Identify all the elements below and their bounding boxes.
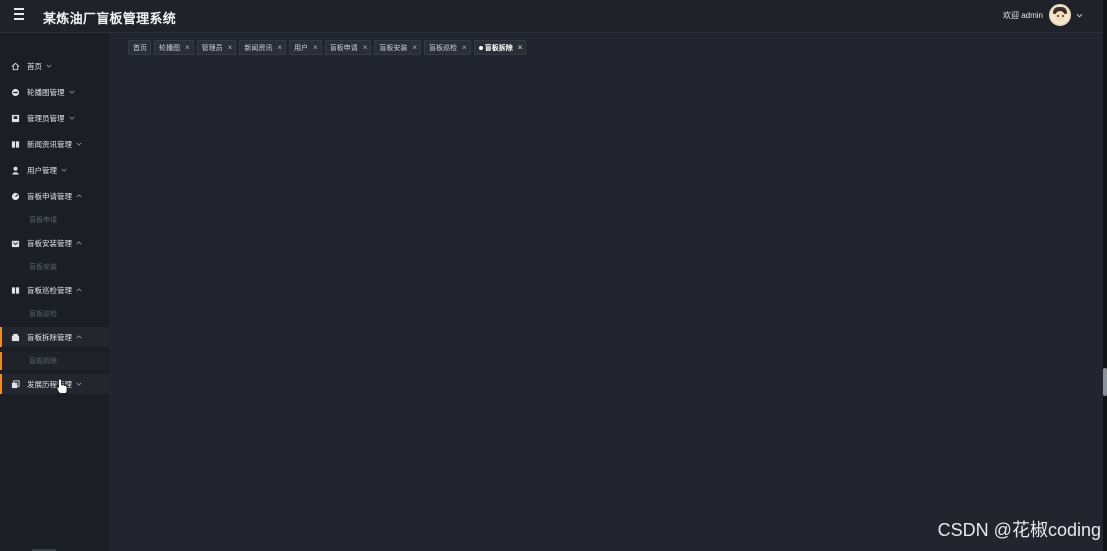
- apply-icon: [11, 192, 20, 200]
- chevron-down-icon: [68, 90, 75, 94]
- tab-label: 新闻资讯: [244, 44, 273, 52]
- user-avatar-icon[interactable]: [1049, 4, 1071, 26]
- sidebar-item-label: 用户管理: [27, 165, 57, 175]
- scrollbar-thumb[interactable]: [1103, 368, 1107, 396]
- submenu-item-blind-install[interactable]: 盲板安装: [0, 258, 110, 276]
- sidebar-item-label: 首页: [27, 61, 42, 71]
- tab-label: 盲板申请: [329, 44, 358, 52]
- sidebar-item-label: 盲板申请管理: [27, 191, 72, 201]
- home-icon: [11, 62, 20, 70]
- sidebar-item-label: 盲板拆除管理: [27, 332, 72, 342]
- install-icon: [11, 240, 20, 247]
- main-content: [110, 33, 1103, 551]
- chevron-down-icon: [68, 116, 75, 120]
- sidebar-item-admin[interactable]: 管理员管理: [0, 108, 110, 128]
- sidebar-item-home[interactable]: 首页: [0, 56, 110, 76]
- tab-label: 盲板巡检: [429, 44, 458, 52]
- active-dot-icon: [478, 45, 483, 50]
- tab-users[interactable]: 用户 ×: [289, 40, 322, 55]
- close-icon[interactable]: ×: [313, 43, 318, 52]
- user-icon: [12, 166, 19, 175]
- remove-icon: [11, 333, 20, 341]
- close-icon[interactable]: ×: [518, 43, 523, 52]
- chevron-down-icon: [76, 382, 82, 386]
- close-icon[interactable]: ×: [228, 43, 233, 52]
- sidebar-item-history[interactable]: 发展历程管理: [0, 374, 110, 394]
- user-menu[interactable]: 欢迎 admin: [1003, 3, 1083, 27]
- sidebar-item-carousel[interactable]: 轮播图管理: [0, 82, 110, 102]
- sidebar-item-blind-install[interactable]: 盲板安装管理: [0, 233, 110, 253]
- hamburger-icon[interactable]: [14, 8, 28, 22]
- inspect-icon: [11, 286, 20, 294]
- tab-home[interactable]: 首页: [128, 40, 151, 55]
- tab-label: 首页: [133, 44, 147, 52]
- chevron-up-icon: [76, 335, 82, 339]
- close-icon[interactable]: ×: [277, 43, 282, 52]
- vertical-scrollbar[interactable]: [1103, 0, 1107, 551]
- carousel-icon: [11, 88, 20, 96]
- watermark-text: CSDN @花椒coding: [937, 520, 1101, 540]
- chevron-down-icon: [76, 142, 82, 146]
- news-icon: [11, 140, 20, 148]
- sidebar-item-label: 管理员管理: [27, 113, 65, 123]
- chevron-down-icon: [46, 64, 52, 68]
- tab-carousel[interactable]: 轮播图 ×: [154, 40, 194, 55]
- hand-cursor-icon: [56, 378, 68, 394]
- submenu-item-blind-remove[interactable]: 盲板拆除: [0, 352, 110, 370]
- tab-admin[interactable]: 管理员 ×: [196, 40, 237, 55]
- admin-icon: [11, 114, 20, 122]
- tab-label: 用户: [294, 44, 309, 52]
- chevron-up-icon: [76, 288, 82, 292]
- close-icon[interactable]: ×: [412, 43, 417, 52]
- tab-blind-remove[interactable]: 盲板拆除 ×: [473, 40, 527, 55]
- sidebar-item-blind-apply[interactable]: 盲板申请管理: [0, 186, 110, 206]
- chevron-up-icon: [76, 241, 82, 245]
- tab-blind-inspect[interactable]: 盲板巡检 ×: [424, 40, 471, 55]
- sidebar-item-blind-remove[interactable]: 盲板拆除管理: [0, 327, 110, 347]
- tab-blind-apply[interactable]: 盲板申请 ×: [324, 40, 372, 55]
- app-title: 某炼油厂盲板管理系统: [43, 11, 177, 26]
- close-icon[interactable]: ×: [462, 43, 467, 52]
- close-icon[interactable]: ×: [185, 43, 190, 52]
- sidebar: 首页 轮播图管理 管理员管理 新闻资讯管理 用户管理 盲板申请管理 盲板申请 盲…: [0, 33, 110, 551]
- history-icon: [11, 379, 20, 388]
- close-icon[interactable]: ×: [363, 43, 368, 52]
- submenu-item-blind-apply[interactable]: 盲板申请: [0, 211, 110, 229]
- tab-bar: 首页 轮播图 × 管理员 × 新闻资讯 × 用户 × 盲板申请 × 盲板安装 × 盲板巡检 ×…: [128, 40, 527, 55]
- sidebar-item-label: 新闻资讯管理: [27, 139, 72, 149]
- tab-label: 盲板安装: [379, 44, 408, 52]
- top-bar: 某炼油厂盲板管理系统 欢迎 admin: [0, 0, 1107, 33]
- tab-news[interactable]: 新闻资讯 ×: [239, 40, 287, 55]
- sidebar-item-label: 轮播图管理: [27, 87, 65, 97]
- sidebar-item-news[interactable]: 新闻资讯管理: [0, 134, 110, 154]
- tab-label: 盲板拆除: [484, 44, 513, 52]
- chevron-down-icon[interactable]: [1076, 12, 1083, 19]
- sidebar-item-blind-inspect[interactable]: 盲板巡检管理: [0, 280, 110, 300]
- sidebar-item-users[interactable]: 用户管理: [0, 160, 110, 180]
- sidebar-item-label: 盲板安装管理: [27, 238, 72, 248]
- tab-label: 管理员: [201, 44, 223, 52]
- welcome-text: 欢迎 admin: [1002, 10, 1043, 20]
- chevron-down-icon: [61, 168, 67, 172]
- submenu-item-blind-inspect[interactable]: 盲板巡检: [0, 305, 110, 323]
- tab-blind-install[interactable]: 盲板安装 ×: [374, 40, 422, 55]
- sidebar-item-label: 盲板巡检管理: [27, 285, 72, 295]
- chevron-up-icon: [76, 194, 82, 198]
- tab-label: 轮播图: [159, 44, 180, 52]
